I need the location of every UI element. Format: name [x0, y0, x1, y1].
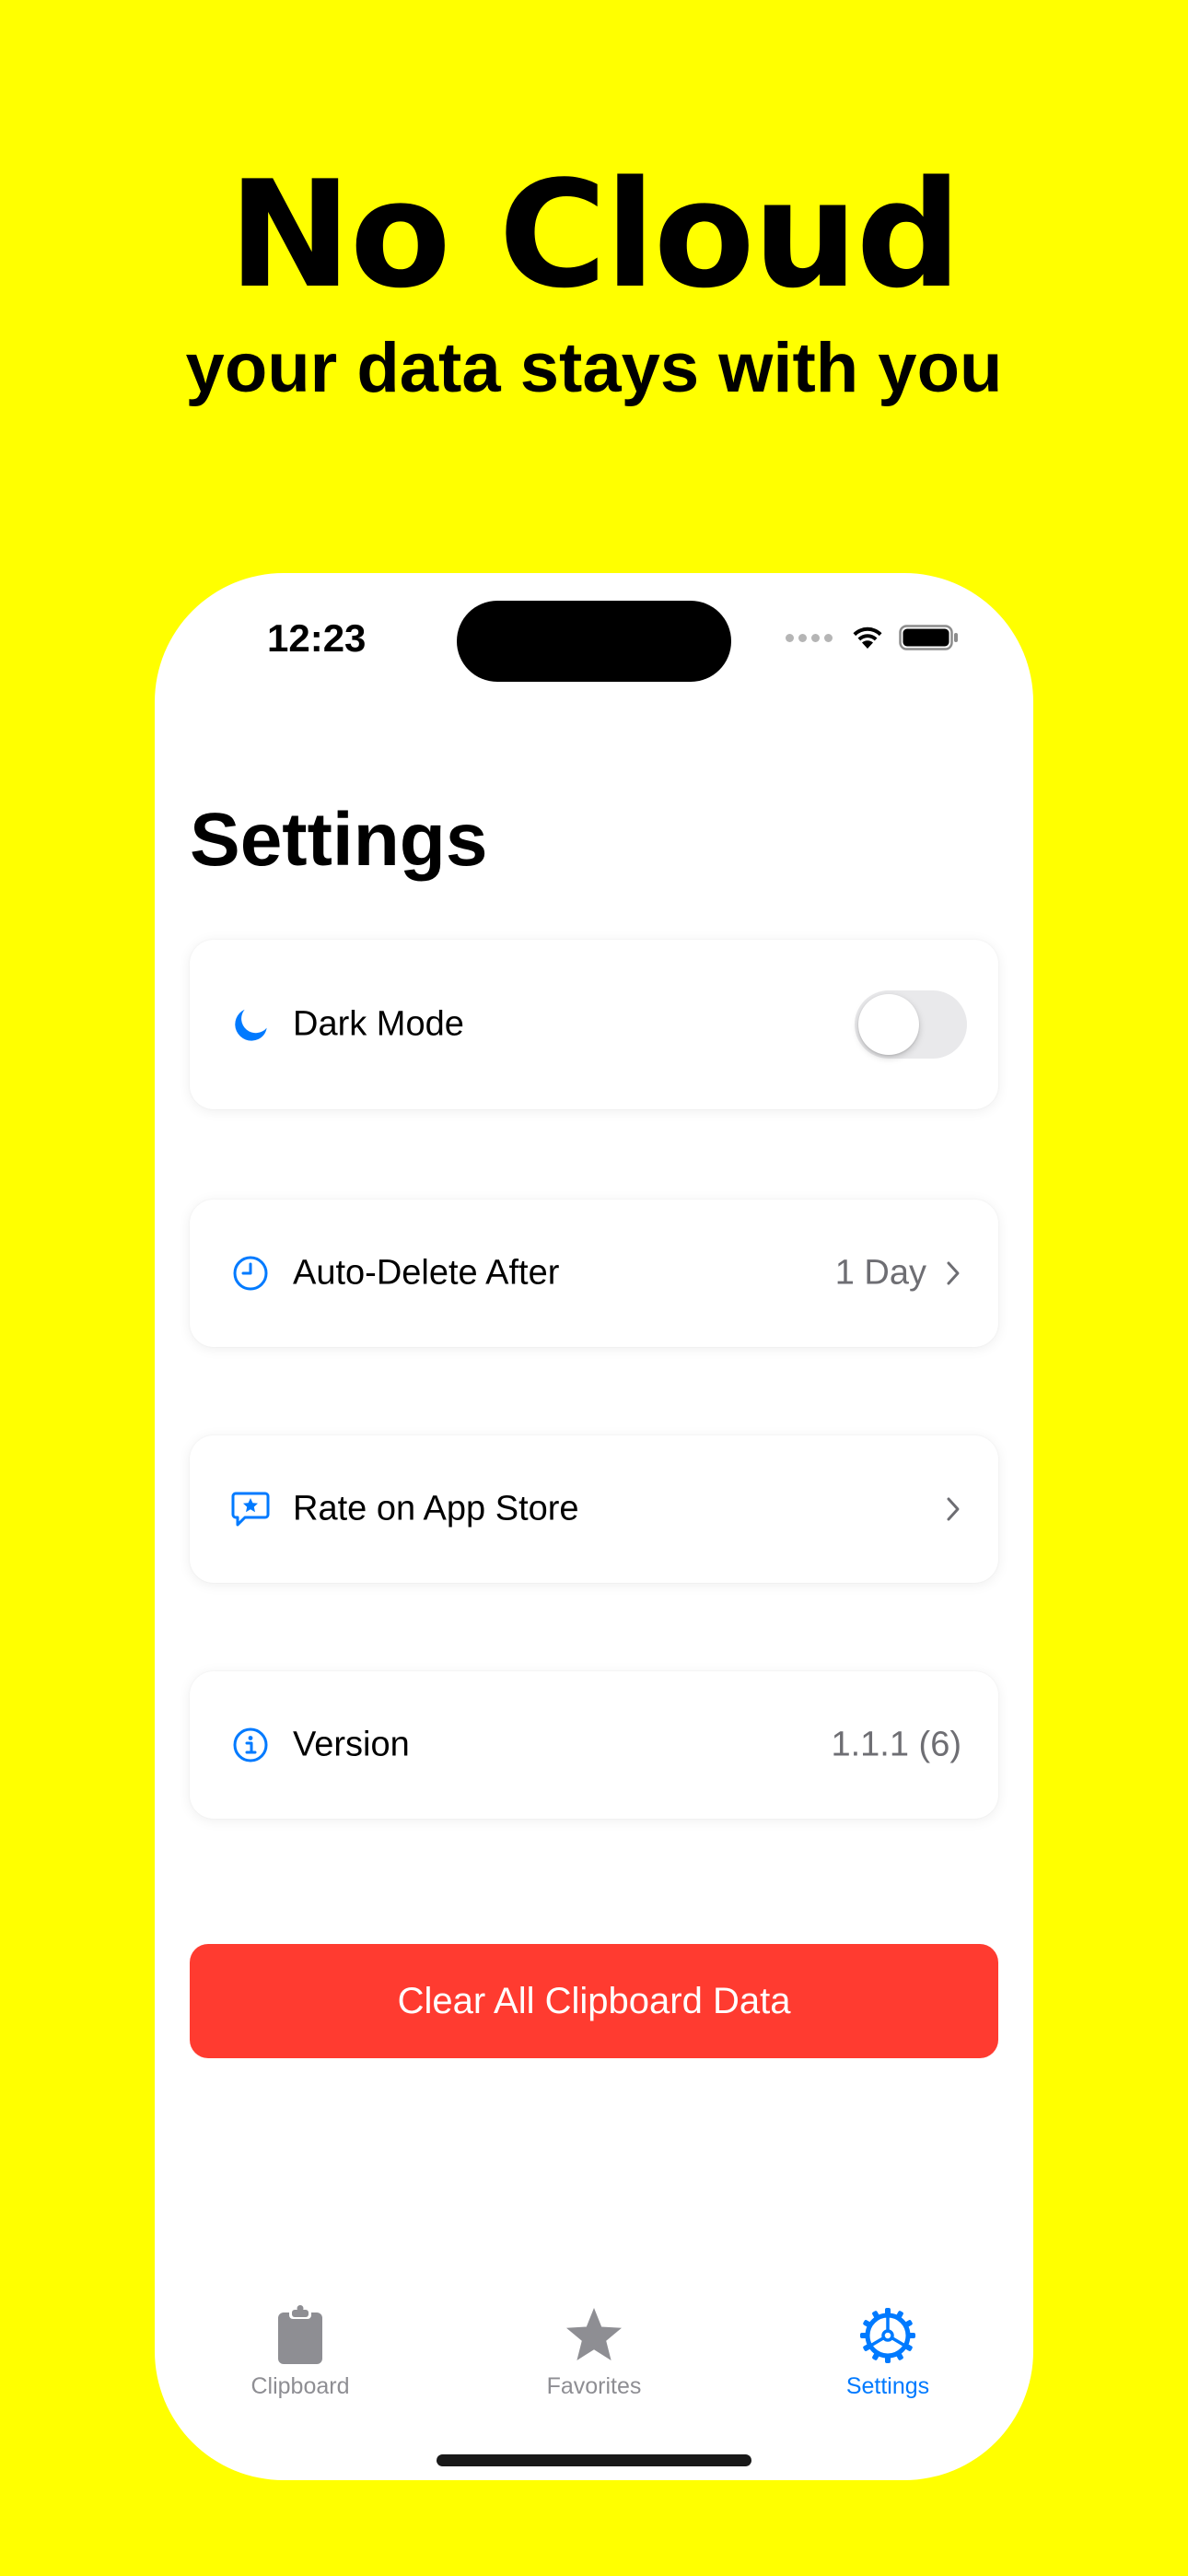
tab-clipboard[interactable]: Clipboard [208, 2305, 392, 2416]
version-row: Version 1.1.1 (6) [190, 1671, 998, 1819]
promo-headline: No Cloud [227, 148, 961, 321]
info-icon [230, 1725, 271, 1765]
version-value: 1.1.1 (6) [831, 1725, 961, 1764]
promo-subheadline: your data stays with you [185, 329, 1003, 407]
dark-mode-row: Dark Mode [190, 940, 998, 1109]
star-icon [562, 2305, 626, 2366]
tab-clipboard-label: Clipboard [250, 2373, 350, 2399]
chevron-right-icon [947, 1261, 960, 1285]
auto-delete-row[interactable]: Auto-Delete After 1 Day [190, 1200, 998, 1347]
gear-icon [856, 2305, 920, 2366]
tab-bar: Clipboard Favorites Settings [155, 2305, 1033, 2416]
rate-row[interactable]: Rate on App Store [190, 1435, 998, 1583]
version-label: Version [293, 1725, 410, 1764]
toggle-knob [858, 994, 919, 1055]
auto-delete-label: Auto-Delete After [293, 1253, 560, 1293]
signal-icon [786, 633, 833, 642]
tab-favorites-label: Favorites [546, 2373, 642, 2399]
moon-icon [230, 1004, 271, 1045]
clear-all-button[interactable]: Clear All Clipboard Data [190, 1944, 998, 2058]
page-title: Settings [190, 798, 488, 882]
dynamic-island [457, 601, 731, 682]
phone-screen: 12:23 Settings Dark Mode Auto-Delete Aft… [155, 573, 1033, 2480]
clock-icon [230, 1253, 271, 1294]
tab-favorites[interactable]: Favorites [502, 2305, 686, 2416]
star-bubble-icon [230, 1489, 271, 1529]
tab-settings-label: Settings [845, 2373, 930, 2399]
auto-delete-value: 1 Day [834, 1253, 926, 1293]
chevron-right-icon [947, 1497, 960, 1521]
rate-label: Rate on App Store [293, 1489, 579, 1528]
clipboard-icon [268, 2305, 332, 2366]
dark-mode-label: Dark Mode [293, 1004, 464, 1044]
tab-settings[interactable]: Settings [796, 2305, 980, 2416]
dark-mode-toggle[interactable] [855, 990, 967, 1059]
status-icons [786, 619, 960, 656]
home-indicator [437, 2454, 751, 2466]
battery-icon [899, 625, 958, 650]
wifi-icon [853, 626, 882, 649]
status-time: 12:23 [267, 616, 367, 660]
